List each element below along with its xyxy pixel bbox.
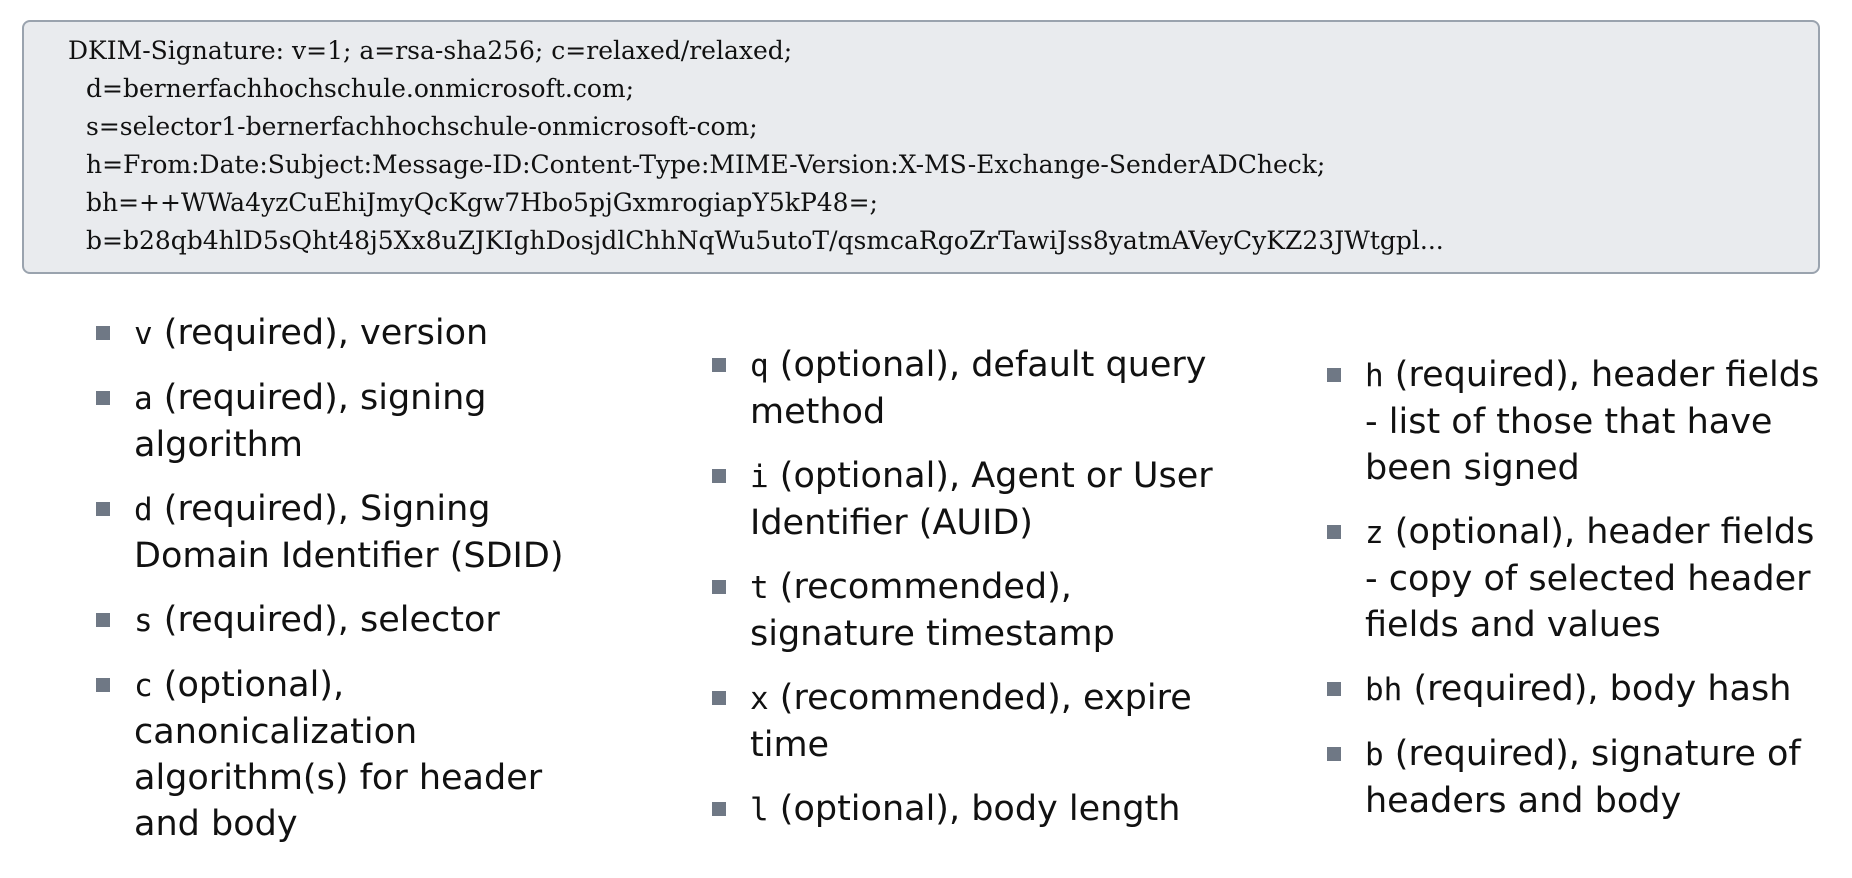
list-item-i: i (optional), Agent or User Identifier (… [712, 453, 1232, 546]
tag-description: (required), signature of headers and bod… [1365, 734, 1801, 821]
code-line: d=bernerfachhochschule.onmicrosoft.com; [86, 74, 634, 103]
tag-code: q [750, 348, 769, 384]
tag-code: i [750, 459, 769, 495]
tag-code: t [750, 570, 769, 606]
tag-code: s [134, 603, 153, 639]
list-item-t: t (recommended), signature timestamp [712, 564, 1232, 657]
tag-list-column-2: q (optional), default query method i (op… [712, 342, 1232, 851]
tag-description: (required), version [152, 313, 489, 353]
square-bullet-icon [712, 358, 726, 372]
tag-description: (required), selector [152, 600, 500, 640]
list-item-z: z (optional), header fields - copy of se… [1327, 509, 1827, 648]
square-bullet-icon [712, 469, 726, 483]
code-line: bh=++WWa4yzCuEhiJmyQcKgw7Hbo5pjGxmrogiap… [86, 188, 878, 217]
tag-code: d [134, 492, 153, 528]
square-bullet-icon [712, 691, 726, 705]
list-item-l: l (optional), body length [712, 786, 1232, 833]
tag-code: c [134, 668, 153, 704]
tag-description: (optional), body length [768, 789, 1181, 829]
square-bullet-icon [96, 326, 110, 340]
tag-code: b [1365, 737, 1384, 773]
list-item-v: v (required), version [96, 310, 616, 357]
list-item-h: h (required), header fields - list of th… [1327, 352, 1827, 491]
list-item-d: d (required), Signing Domain Identifier … [96, 486, 616, 579]
code-line: DKIM-Signature: v=1; a=rsa-sha256; c=rel… [68, 36, 793, 65]
code-line: b=b28qb4hlD5sQht48j5Xx8uZJKIghDosjdlChhN… [86, 226, 1444, 255]
dkim-signature-code-block: DKIM-Signature: v=1; a=rsa-sha256; c=rel… [22, 20, 1820, 274]
tag-code: h [1365, 358, 1384, 394]
tag-code: z [1365, 515, 1384, 551]
tag-description: (required), signing algorithm [134, 378, 487, 465]
tag-description: (required), header fields - list of thos… [1365, 355, 1820, 488]
list-item-a: a (required), signing algorithm [96, 375, 616, 468]
square-bullet-icon [96, 391, 110, 405]
tag-list-column-1: v (required), version a (required), sign… [96, 310, 616, 865]
list-item-q: q (optional), default query method [712, 342, 1232, 435]
tag-description: (optional), canonicalization algorithm(s… [134, 665, 543, 844]
square-bullet-icon [96, 613, 110, 627]
tag-descriptions: v (required), version a (required), sign… [0, 310, 1852, 870]
tag-code: x [750, 681, 769, 717]
square-bullet-icon [96, 678, 110, 692]
tag-description: (optional), Agent or User Identifier (AU… [750, 456, 1213, 543]
list-item-bh: bh (required), body hash [1327, 666, 1827, 713]
square-bullet-icon [1327, 368, 1341, 382]
square-bullet-icon [1327, 682, 1341, 696]
tag-code: l [750, 792, 769, 828]
tag-code: a [134, 381, 153, 417]
square-bullet-icon [96, 502, 110, 516]
tag-description: (optional), header fields - copy of sele… [1365, 512, 1815, 645]
square-bullet-icon [712, 802, 726, 816]
tag-description: (required), Signing Domain Identifier (S… [134, 489, 564, 576]
tag-code: v [134, 316, 153, 352]
square-bullet-icon [1327, 525, 1341, 539]
tag-list-column-3: h (required), header fields - list of th… [1327, 352, 1827, 842]
list-item-s: s (required), selector [96, 597, 616, 644]
tag-description: (recommended), expire time [750, 678, 1192, 765]
tag-description: (recommended), signature timestamp [750, 567, 1115, 654]
code-line: h=From:Date:Subject:Message-ID:Content-T… [86, 150, 1326, 179]
tag-code: bh [1365, 672, 1403, 708]
list-item-x: x (recommended), expire time [712, 675, 1232, 768]
code-line: s=selector1-bernerfachhochschule-onmicro… [86, 112, 758, 141]
list-item-b: b (required), signature of headers and b… [1327, 731, 1827, 824]
tag-description: (optional), default query method [750, 345, 1207, 432]
square-bullet-icon [1327, 747, 1341, 761]
square-bullet-icon [712, 580, 726, 594]
list-item-c: c (optional), canonicalization algorithm… [96, 662, 616, 847]
tag-description: (required), body hash [1402, 669, 1792, 709]
